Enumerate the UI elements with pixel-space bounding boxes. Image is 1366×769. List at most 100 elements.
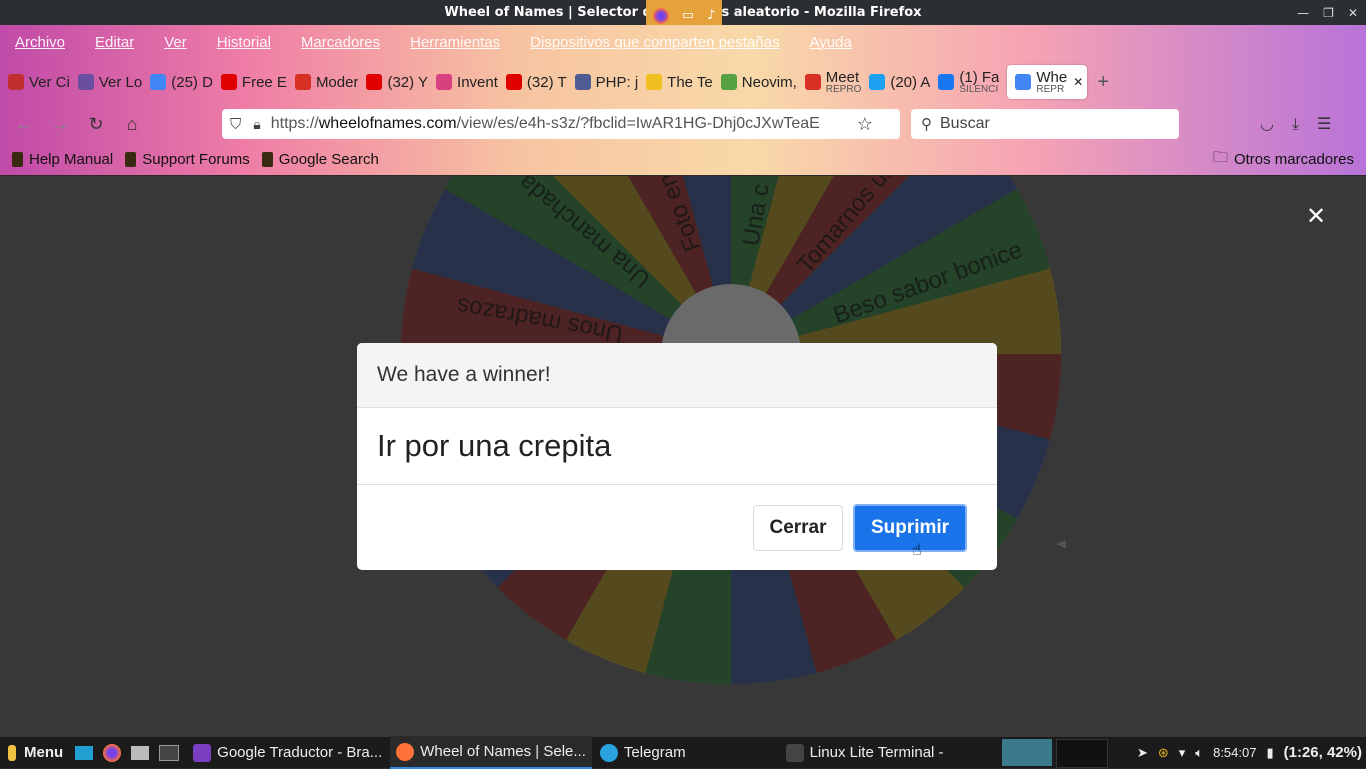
tab[interactable]: Free E bbox=[220, 65, 287, 99]
menu-item[interactable]: Archivo bbox=[15, 34, 65, 51]
tab[interactable]: Moder bbox=[294, 65, 359, 99]
firefox-icon bbox=[652, 7, 669, 24]
search-bar[interactable]: ⚲ Buscar bbox=[911, 109, 1179, 139]
desktop-icon[interactable] bbox=[75, 745, 94, 760]
minimize-icon[interactable]: — bbox=[1297, 6, 1309, 20]
menu-item[interactable]: Dispositivos que comparten pestañas bbox=[530, 34, 779, 51]
tab-text: (25) D bbox=[171, 75, 213, 90]
update-tray-icon[interactable]: ⊛ bbox=[1158, 745, 1169, 761]
tab-close-icon[interactable]: ✕ bbox=[1073, 75, 1083, 89]
active-tab[interactable]: Whe REPR ✕ bbox=[1007, 65, 1088, 99]
bookmark-favicon-icon bbox=[125, 152, 137, 167]
taskbar-app[interactable]: Wheel of Names | Sele... bbox=[390, 736, 592, 769]
tab-favicon-icon bbox=[150, 74, 167, 90]
bookmark-item[interactable]: Support Forums bbox=[125, 151, 250, 168]
lock-icon[interactable]: 🔒︎ bbox=[253, 116, 260, 133]
tab[interactable]: Ver Ci bbox=[8, 65, 70, 99]
tab[interactable]: (25) D bbox=[150, 65, 213, 99]
tab-favicon-icon bbox=[366, 74, 383, 90]
delete-button[interactable]: Suprimir bbox=[853, 504, 967, 552]
window-controls: — ❐ ✕ bbox=[1297, 0, 1358, 25]
workspace-1[interactable] bbox=[1002, 739, 1052, 766]
menu-item[interactable]: Historial bbox=[217, 34, 271, 51]
tab[interactable]: Ver Lo bbox=[77, 65, 142, 99]
tab-sublabel: SILENCI bbox=[959, 83, 999, 95]
menu-item[interactable]: Ayuda bbox=[809, 34, 851, 51]
back-icon[interactable]: ← bbox=[12, 112, 36, 136]
telegram-tray-icon[interactable]: ➤ bbox=[1137, 745, 1148, 761]
new-tab-icon[interactable]: + bbox=[1097, 71, 1109, 94]
bookmark-item[interactable]: Google Search bbox=[261, 151, 379, 168]
pocket-icon[interactable]: ◡ bbox=[1260, 114, 1274, 134]
tab-label: Ver Ci bbox=[29, 73, 70, 91]
tab[interactable]: The Te bbox=[646, 65, 713, 99]
url-bar[interactable]: ⛉ 🔒︎ https://wheelofnames.com/view/es/e4… bbox=[222, 109, 900, 139]
tab-label: Free E bbox=[241, 73, 287, 91]
tab-text: (1) Fa SILENCI bbox=[959, 70, 999, 95]
hamburger-menu-icon[interactable]: ☰ bbox=[1317, 114, 1331, 134]
taskbar-app[interactable]: Google Traductor - Bra... bbox=[193, 737, 382, 768]
close-button[interactable]: Cerrar bbox=[753, 505, 843, 551]
start-menu[interactable]: Menu bbox=[8, 737, 63, 768]
dialog-footer: Cerrar Suprimir bbox=[357, 485, 997, 570]
tab[interactable]: (1) Fa SILENCI bbox=[938, 65, 999, 99]
tab-favicon-icon bbox=[505, 74, 522, 90]
wifi-icon[interactable]: ▾ bbox=[1179, 745, 1186, 761]
start-menu-label: Menu bbox=[24, 744, 64, 761]
battery-icon[interactable]: ▮ bbox=[1266, 745, 1273, 761]
tab[interactable]: Meet REPRO bbox=[804, 65, 861, 99]
firefox-launcher-icon[interactable] bbox=[103, 743, 122, 762]
menu-item[interactable]: Marcadores bbox=[301, 34, 380, 51]
tab-label: The Te bbox=[667, 73, 713, 91]
taskbar-app-label: Telegram bbox=[623, 744, 686, 761]
tab-strip: Ver Ci Ver Lo (25) D Free E Moder (32) Y Inven… bbox=[0, 63, 1366, 101]
tab-label: (1) Fa bbox=[959, 68, 1000, 86]
file-manager-icon[interactable] bbox=[131, 745, 150, 760]
toolbar-icons: ◡ ⤓ ☰ bbox=[1260, 114, 1331, 134]
tab-favicon-icon bbox=[869, 74, 886, 90]
reload-icon[interactable]: ↻ bbox=[84, 112, 108, 136]
tab-label: Moder bbox=[315, 73, 359, 91]
tab-label: Neovim, bbox=[741, 73, 797, 91]
menu-item[interactable]: Herramientas bbox=[410, 34, 500, 51]
menu-item[interactable]: Ver bbox=[164, 34, 187, 51]
terminal-launcher-icon[interactable] bbox=[159, 744, 180, 761]
taskbar-app[interactable]: Telegram bbox=[599, 737, 686, 768]
home-icon[interactable]: ⌂ bbox=[120, 112, 144, 136]
forward-icon[interactable]: → bbox=[48, 112, 72, 136]
tab[interactable]: Neovim, bbox=[720, 65, 797, 99]
winner-dialog: We have a winner! Ir por una crepita Cer… bbox=[357, 343, 997, 570]
download-icon[interactable]: ⤓ bbox=[1292, 114, 1299, 134]
close-icon[interactable]: ✕ bbox=[1306, 202, 1326, 230]
workspace-2[interactable] bbox=[1056, 739, 1108, 768]
url-path: /view/es/e4h-s3z/?fbclid=IwAR1HG-Dhj0cJX… bbox=[456, 115, 820, 132]
winner-text: Ir por una crepita bbox=[357, 408, 997, 485]
bookmark-item[interactable]: Help Manual bbox=[12, 151, 113, 168]
bookmark-favicon-icon bbox=[12, 152, 23, 167]
menu-item[interactable]: Editar bbox=[95, 34, 134, 51]
tab-label: Whe bbox=[1036, 68, 1068, 86]
tab[interactable]: (32) Y bbox=[366, 65, 428, 99]
tab-label: (20) A bbox=[890, 73, 931, 91]
bookmark-star-icon[interactable]: ☆ bbox=[857, 114, 873, 135]
clock[interactable]: 8:54:07 bbox=[1213, 745, 1256, 760]
taskbar-app[interactable]: Linux Lite Terminal - bbox=[785, 737, 944, 768]
taskbar: Menu Google Traductor - Bra... Wheel of N… bbox=[0, 736, 1366, 769]
maximize-icon[interactable]: ❐ bbox=[1323, 6, 1334, 20]
bookmark-label: Google Search bbox=[278, 151, 379, 168]
tab[interactable]: (20) A bbox=[869, 65, 930, 99]
shield-icon[interactable]: ⛉ bbox=[230, 116, 241, 133]
tab[interactable]: Invent bbox=[436, 65, 498, 99]
other-bookmarks[interactable]: 🗀 Otros marcadores bbox=[1213, 147, 1354, 172]
battery-status[interactable]: (1:26, 42%) bbox=[1284, 744, 1362, 761]
tab-text: (20) A bbox=[890, 75, 930, 90]
tab[interactable]: (32) T bbox=[505, 65, 567, 99]
volume-icon[interactable]: 🔈︎ bbox=[1195, 745, 1203, 761]
tab-label: Meet bbox=[825, 68, 860, 86]
close-window-icon[interactable]: ✕ bbox=[1348, 6, 1358, 20]
tab[interactable]: PHP: j bbox=[574, 65, 638, 99]
tab-label: (25) D bbox=[171, 73, 213, 91]
menu-logo-icon bbox=[8, 744, 16, 761]
taskbar-app-icon bbox=[785, 743, 804, 762]
taskbar-app-label: Linux Lite Terminal - bbox=[809, 744, 944, 761]
